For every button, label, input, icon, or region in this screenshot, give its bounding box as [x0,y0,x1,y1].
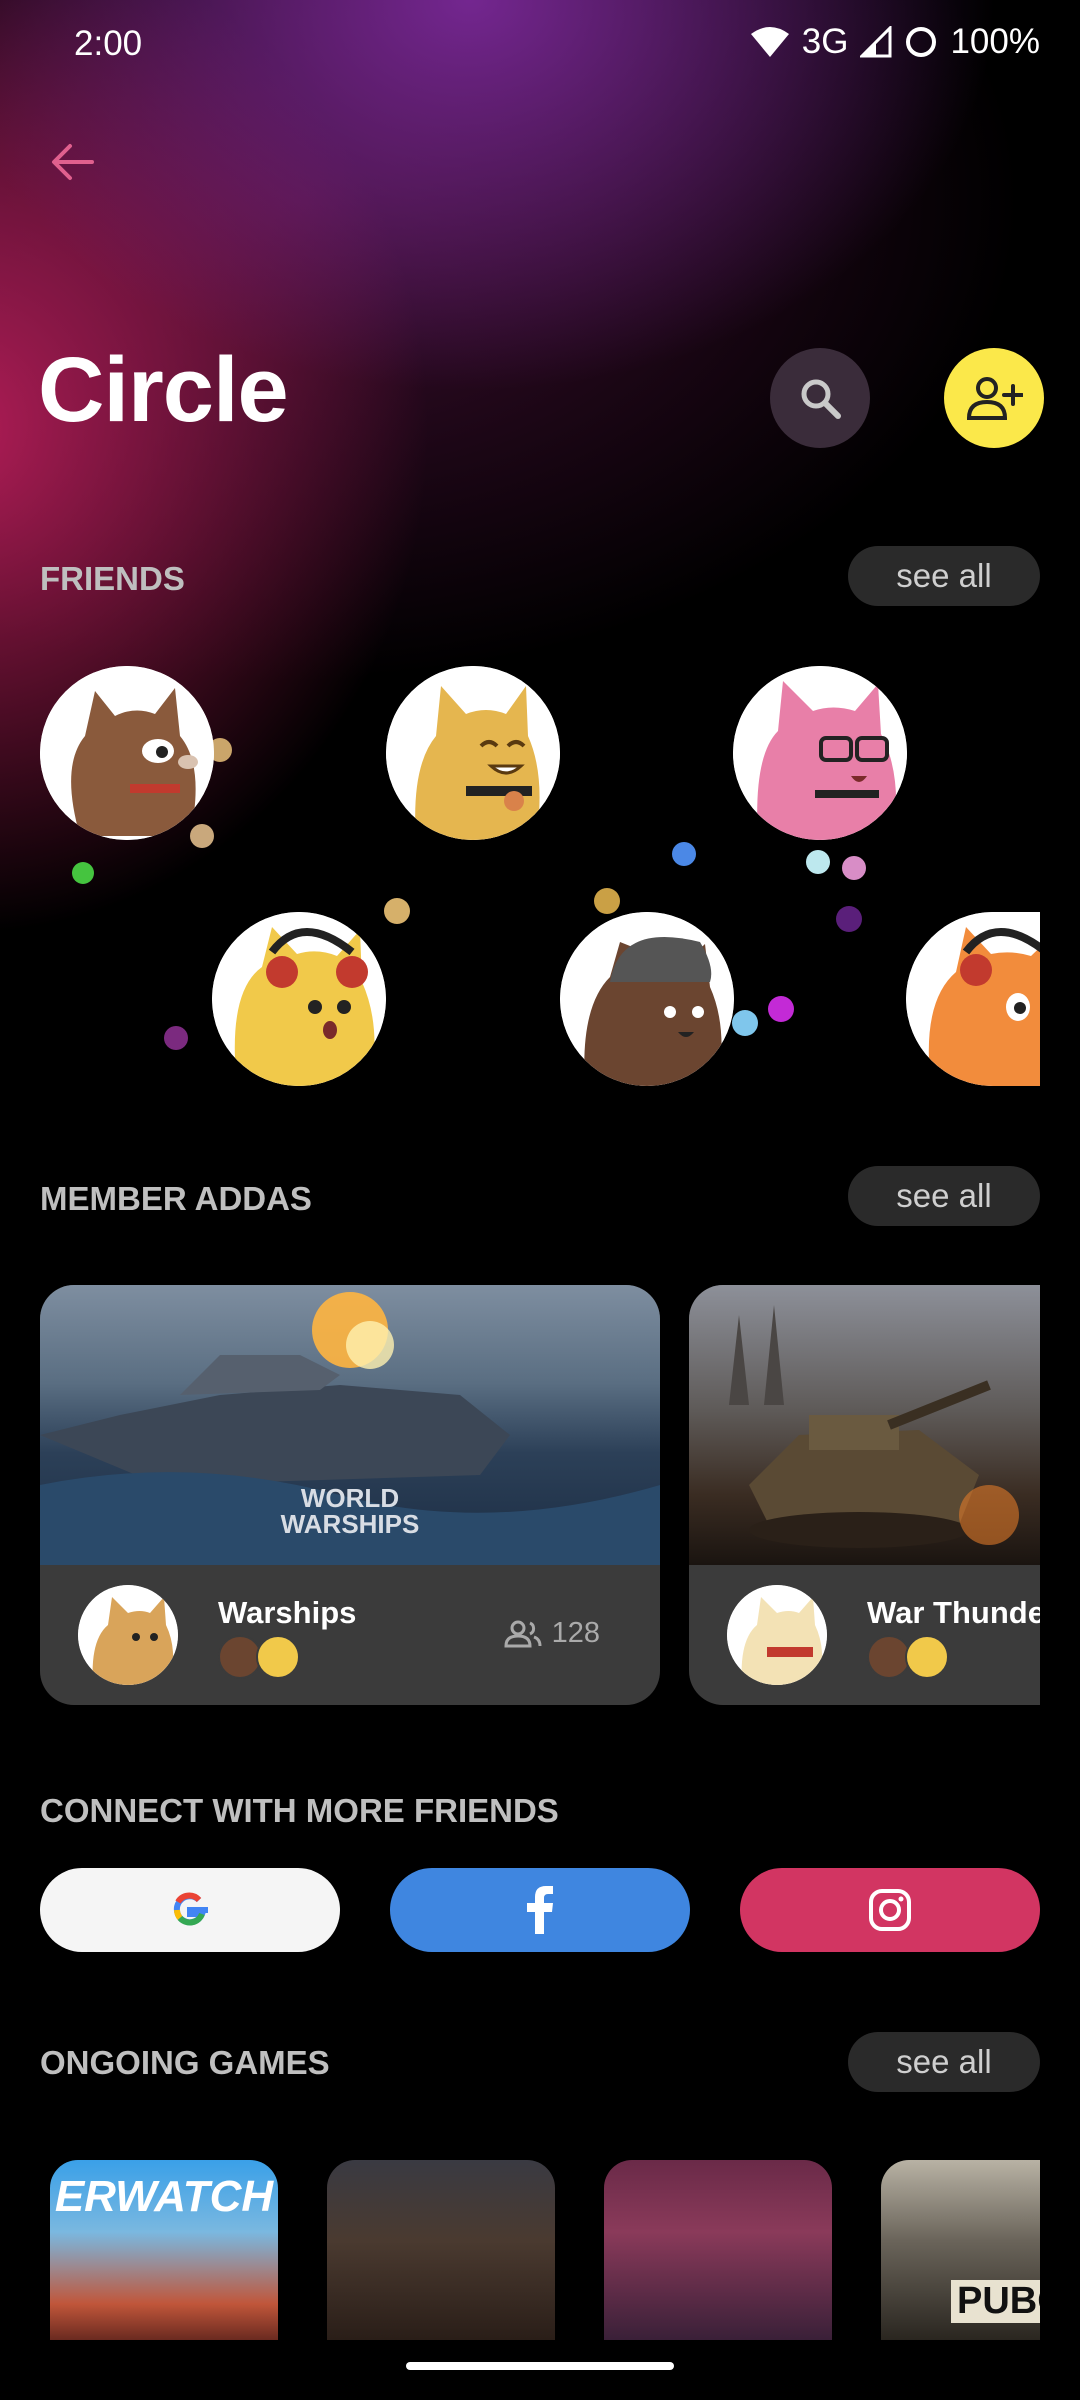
game-image-text: ERWATCH [54,2172,274,2221]
game-tile[interactable] [327,2160,555,2340]
ongoing-games-carousel[interactable]: ERWATCH PUBG [0,0,1040,2340]
game-tile[interactable]: PUBG [881,2160,1040,2340]
game-tile[interactable] [604,2160,832,2340]
game-image-text: PUBG [951,2280,1040,2323]
home-indicator[interactable] [406,2362,674,2370]
game-tile[interactable]: ERWATCH [50,2160,278,2340]
